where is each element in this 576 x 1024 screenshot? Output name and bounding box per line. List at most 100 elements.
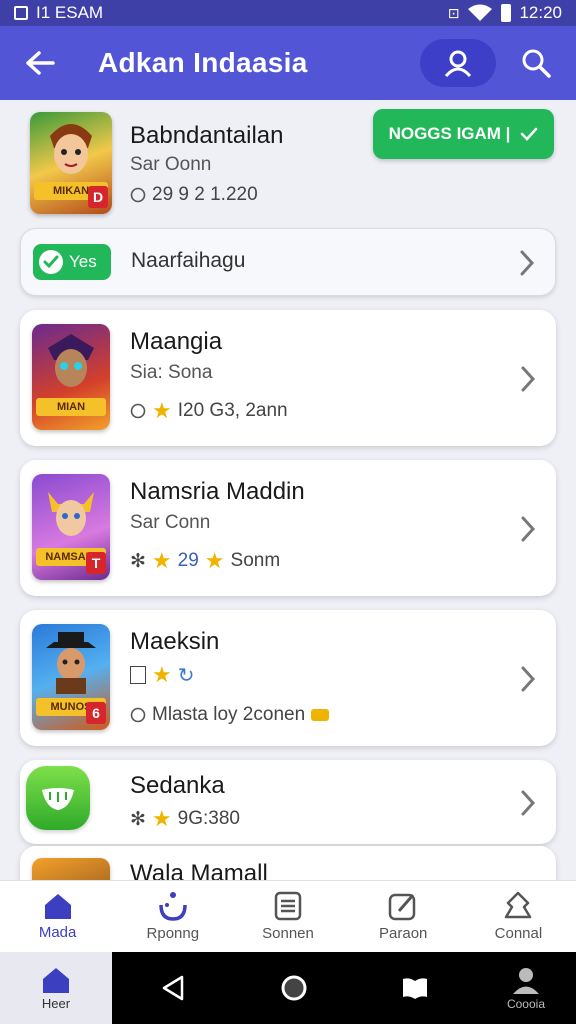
item-title: Sedanka: [130, 772, 225, 799]
nav-label: Rponng: [146, 925, 200, 942]
system-recents-button[interactable]: [355, 952, 476, 1024]
list-item[interactable]: NAMSARI T Namsria Maddin Sar Conn ✻ ★ 29…: [20, 460, 556, 596]
star-icon: ★: [152, 662, 172, 687]
item-title: Maeksin: [130, 628, 220, 655]
status-time: 12:20: [519, 3, 562, 22]
item-thumbnail: NAMSARI T: [32, 474, 110, 580]
smile-icon: [42, 788, 74, 810]
thumb-badge: 6: [86, 702, 106, 724]
swirl-icon: ↻: [177, 664, 195, 687]
item-meta-text: I20 G3, 2ann: [177, 400, 288, 421]
item-subtitle: Sar Conn: [130, 512, 211, 533]
search-icon: [522, 49, 551, 78]
nav-item-reports[interactable]: Rponng: [115, 881, 230, 952]
profile-button[interactable]: [420, 39, 496, 87]
loading-icon: [159, 892, 187, 921]
system-profile[interactable]: Coooia: [476, 952, 576, 1024]
item-thumbnail: [32, 858, 110, 880]
character-face-icon: [46, 632, 96, 694]
list-item[interactable]: MIAN Maangia Sia: Sona ★ I20 G3, 2ann: [20, 310, 556, 446]
list-item[interactable]: Wala Mamall: [20, 846, 556, 880]
person-icon: [505, 891, 532, 919]
system-back-button[interactable]: [112, 952, 233, 1024]
system-profile-label: Coooia: [506, 997, 545, 1011]
chevron-right-icon: [521, 790, 536, 816]
star-icon: ★: [152, 398, 172, 423]
bottom-nav: Mada Rponng Sonnen Paraon Connal: [0, 880, 576, 952]
character-face-icon: [48, 492, 94, 536]
clock-icon: [130, 187, 146, 203]
triangle-back-icon: [162, 975, 183, 1001]
item-meta: ★ I20 G3, 2ann: [130, 398, 288, 424]
nav-item-list[interactable]: Sonnen: [230, 881, 345, 952]
status-bar: I1 ESAM ⊡ 12:20: [0, 0, 576, 26]
item-title: Maangia: [130, 328, 223, 355]
system-nav-bar: Heer Coooia: [0, 952, 576, 1024]
list-item[interactable]: Sedanka ✻ ★ 9G:380: [20, 760, 556, 844]
nav-item-home[interactable]: Mada: [0, 881, 115, 952]
circle-home-icon: [281, 975, 307, 1001]
thumb-banner: MIAN: [36, 398, 106, 416]
home-icon: [44, 894, 71, 919]
status-right: ⊡ 12:20: [448, 3, 562, 23]
featured-subtitle: Sar Oonn: [130, 154, 212, 175]
notification-icon: [14, 6, 28, 20]
back-arrow-icon: [26, 51, 55, 75]
coin-icon: [311, 709, 330, 721]
nav-label: Connal: [494, 925, 543, 942]
system-home-label: Heer: [41, 995, 71, 1011]
system-home-button[interactable]: [233, 952, 354, 1024]
thumb-badge: T: [86, 552, 106, 574]
settings-icon: ✻: [130, 550, 146, 572]
nav-label: Sonnen: [262, 925, 314, 942]
item-meta: Mlasta loy 2conen: [130, 704, 330, 726]
item-app-icon: [26, 766, 90, 830]
featured-meta-text: 29 9 2 1.220: [152, 184, 258, 205]
vibrate-icon: ⊡: [447, 4, 460, 21]
search-button[interactable]: [514, 41, 558, 85]
app-bar: Adkan Indaasia: [0, 26, 576, 100]
item-title: Namsria Maddin: [130, 478, 305, 505]
featured-title: Babndantailan: [130, 122, 284, 149]
status-row[interactable]: Yes Naarfaihagu: [20, 228, 556, 296]
featured-action-button[interactable]: NOGGS IGAM |: [373, 109, 554, 159]
star-icon: ★: [204, 548, 225, 573]
book-icon: [403, 978, 428, 999]
user-icon: [444, 50, 472, 78]
system-home-tab[interactable]: Heer: [0, 952, 112, 1024]
featured-meta: 29 9 2 1.220: [130, 184, 258, 206]
wifi-icon: [468, 4, 493, 21]
item-meta: ✻ ★ 9G:380: [130, 806, 240, 832]
list-item[interactable]: MUNOS 6 Maeksin ★ ↻ Mlasta loy 2conen: [20, 610, 556, 746]
status-left: I1 ESAM: [14, 3, 103, 23]
featured-thumbnail: MIKAN D: [30, 112, 112, 214]
chevron-right-icon: [521, 666, 536, 692]
nav-label: Paraon: [379, 925, 428, 942]
page-title: Adkan Indaasia: [98, 47, 308, 78]
character-face-icon: [50, 124, 92, 174]
chevron-right-icon: [521, 516, 536, 542]
clock-icon: [130, 403, 146, 419]
settings-icon: ✻: [130, 808, 146, 830]
clock-icon: [130, 707, 146, 723]
featured-action-label: NOGGS IGAM |: [388, 124, 511, 143]
star-icon: ★: [151, 548, 172, 573]
back-button[interactable]: [18, 41, 62, 85]
star-icon: ★: [151, 806, 172, 831]
item-meta-text: Sonm: [230, 550, 281, 571]
yes-label: Yes: [69, 252, 97, 271]
chevron-right-icon: [521, 366, 536, 392]
home-icon: [43, 967, 69, 993]
item-title: Wala Mamall: [130, 860, 268, 880]
nav-item-edit[interactable]: Paraon: [346, 881, 461, 952]
edit-icon: [388, 893, 416, 921]
item-meta: ✻ ★ 29 ★ Sonm: [130, 548, 280, 574]
item-thumbnail: MUNOS 6: [32, 624, 110, 730]
nav-label: Mada: [38, 924, 77, 941]
nav-item-account[interactable]: Connal: [461, 881, 576, 952]
item-meta-text: Mlasta loy 2conen: [152, 704, 306, 725]
status-row-label: Naarfaihagu: [131, 249, 246, 272]
item-meta-number: 29: [177, 550, 199, 571]
item-icons-row: ★ ↻: [130, 662, 195, 688]
yes-pill: Yes: [33, 244, 111, 280]
